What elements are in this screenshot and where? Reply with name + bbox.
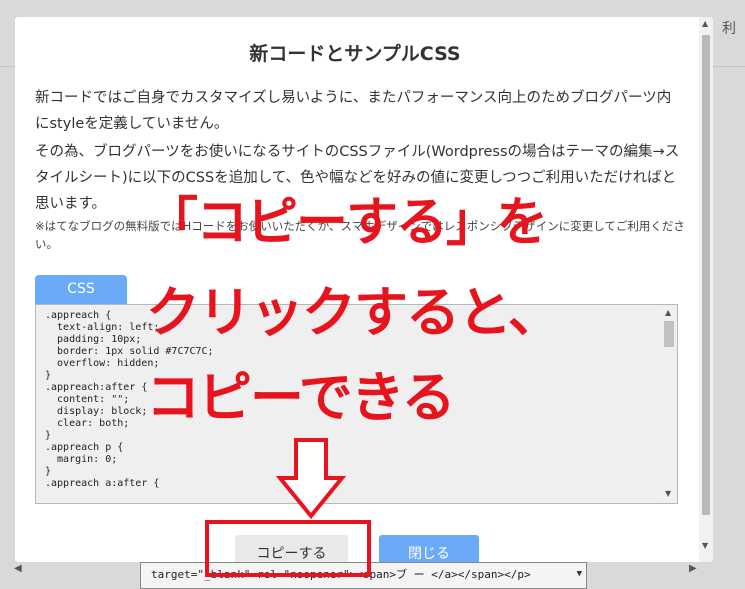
code-scrollbar-thumb[interactable]: [664, 321, 674, 347]
scroll-right-arrow-icon[interactable]: ▶: [689, 563, 697, 574]
code-line: margin: 0;: [45, 454, 118, 465]
scroll-up-arrow-icon[interactable]: ▲: [665, 308, 671, 317]
down-arrow-icon: [276, 438, 346, 520]
code-line: .appreach p {: [45, 442, 124, 453]
description-paragraph: 新コードではご自身でカスタマイズし易いように、またパフォーマンス向上のためブログ…: [35, 90, 672, 132]
annotation-text-line1: 「コピーする」を: [146, 193, 548, 253]
dropdown-arrow-icon[interactable]: ▼: [577, 569, 582, 579]
scroll-up-arrow-icon[interactable]: ▲: [702, 19, 708, 28]
close-button[interactable]: 閉じる: [379, 535, 479, 562]
annotation-text-line3: コピーできる: [146, 366, 456, 429]
modal-title: 新コードとサンプルCSS: [249, 43, 461, 65]
tab-css[interactable]: CSS: [35, 275, 127, 304]
scroll-down-arrow-icon[interactable]: ▼: [665, 489, 671, 498]
scroll-left-arrow-icon[interactable]: ◀: [14, 563, 22, 574]
modal-scrollbar-thumb[interactable]: [702, 35, 710, 515]
scroll-down-arrow-icon[interactable]: ▼: [702, 541, 708, 550]
code-line: .appreach a:after {: [45, 478, 160, 489]
modal-scrollbar[interactable]: ▲ ▼: [699, 17, 713, 562]
copy-button-highlight: [205, 520, 371, 577]
background-menu-text: 利: [722, 21, 736, 37]
code-line: }: [45, 466, 52, 477]
annotation-text-line2: クリックすると、: [146, 281, 562, 344]
code-scrollbar[interactable]: ▲ ▼: [662, 306, 676, 502]
